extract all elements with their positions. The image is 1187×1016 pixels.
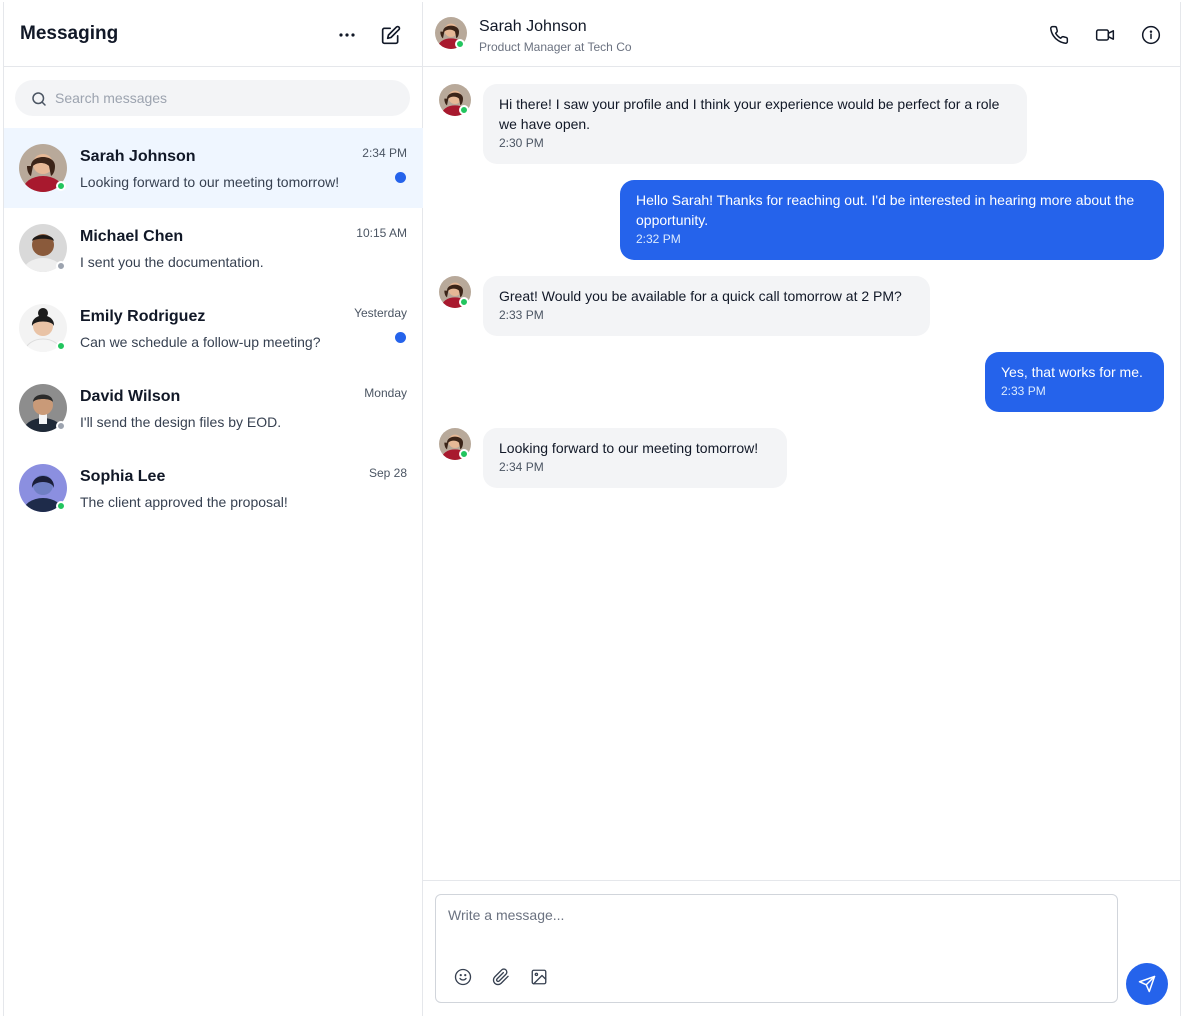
phone-icon	[1050, 25, 1069, 44]
message-bubble-incoming: Great! Would you be available for a quic…	[483, 276, 930, 336]
conversation-preview: The client approved the proposal!	[80, 494, 288, 510]
send-icon	[1138, 975, 1156, 993]
offline-status-dot	[56, 421, 66, 431]
paperclip-icon	[492, 968, 509, 986]
online-status-dot	[56, 501, 66, 511]
chat-header: Sarah Johnson Product Manager at Tech Co	[423, 2, 1180, 67]
message-input[interactable]	[448, 907, 1098, 957]
new-message-button[interactable]	[377, 21, 405, 49]
message-bubble-incoming: Looking forward to our meeting tomorrow!…	[483, 428, 787, 488]
conversation-item[interactable]: David Wilson Monday I'll send the design…	[4, 368, 423, 448]
conversation-time: Sep 28	[368, 466, 407, 480]
conversation-time: 10:15 AM	[356, 226, 407, 240]
search-input[interactable]	[55, 80, 395, 116]
message-time: 2:33 PM	[499, 308, 544, 322]
more-options-button[interactable]	[333, 21, 361, 49]
call-button[interactable]	[1045, 21, 1073, 49]
online-status-dot	[56, 181, 66, 191]
conversation-item[interactable]: Michael Chen 10:15 AM I sent you the doc…	[4, 208, 423, 288]
more-horizontal-icon	[339, 33, 355, 37]
message-time: 2:32 PM	[636, 232, 681, 246]
online-status-dot	[56, 341, 66, 351]
unread-indicator	[395, 332, 406, 343]
conversation-preview: I'll send the design files by EOD.	[80, 414, 282, 430]
conversation-preview: Can we schedule a follow-up meeting?	[80, 334, 321, 350]
info-button[interactable]	[1137, 21, 1165, 49]
search-bar	[15, 80, 410, 116]
online-status-dot	[459, 297, 469, 307]
video-icon	[1095, 29, 1115, 41]
edit-compose-icon	[381, 25, 401, 45]
contact-subtitle: Product Manager at Tech Co	[479, 40, 632, 54]
conversation-name: Sophia Lee	[80, 468, 166, 485]
conversation-name: David Wilson	[80, 388, 181, 405]
message-bubble-outgoing: Yes, that works for me. 2:33 PM	[985, 352, 1164, 412]
conversation-item[interactable]: Sarah Johnson 2:34 PM Looking forward to…	[4, 128, 423, 208]
conversation-list: Sarah Johnson 2:34 PM Looking forward to…	[4, 128, 423, 528]
attach-file-button[interactable]	[489, 965, 513, 989]
sidebar-header: Messaging	[4, 2, 422, 67]
message-time: 2:30 PM	[499, 136, 544, 150]
emoji-icon	[454, 968, 472, 986]
conversation-preview: I sent you the documentation.	[80, 254, 264, 270]
attach-image-button[interactable]	[527, 965, 551, 989]
conversation-sidebar: Messaging Search messages Sarah Johnson …	[3, 2, 423, 1016]
info-icon	[1141, 25, 1161, 45]
messaging-app: Messaging Search messages Sarah Johnson …	[0, 0, 1187, 1016]
image-icon	[531, 969, 547, 985]
unread-indicator	[395, 172, 406, 183]
conversation-item[interactable]: Emily Rodriguez Yesterday Can we schedul…	[4, 288, 423, 368]
conversation-time: Yesterday	[354, 306, 407, 320]
message-text: Looking forward to our meeting tomorrow!	[499, 440, 759, 456]
message-text: Hello Sarah! Thanks for reaching out. I'…	[636, 192, 1135, 228]
message-bubble-incoming: Hi there! I saw your profile and I think…	[483, 84, 1027, 164]
message-bubble-outgoing: Hello Sarah! Thanks for reaching out. I'…	[620, 180, 1164, 260]
send-button[interactable]	[1126, 963, 1168, 1005]
conversation-name: Sarah Johnson	[80, 148, 196, 165]
online-status-dot	[455, 39, 465, 49]
online-status-dot	[459, 449, 469, 459]
message-time: 2:33 PM	[1001, 384, 1046, 398]
conversation-name: Michael Chen	[80, 228, 184, 245]
message-composer	[423, 880, 1180, 1016]
message-text: Great! Would you be available for a quic…	[499, 288, 902, 304]
offline-status-dot	[56, 261, 66, 271]
conversation-item[interactable]: Sophia Lee Sep 28 The client approved th…	[4, 448, 423, 528]
conversation-time: 2:34 PM	[362, 146, 407, 160]
sidebar-title: Messaging	[20, 23, 119, 44]
conversation-time: Monday	[364, 386, 407, 400]
contact-name[interactable]: Sarah Johnson	[479, 18, 587, 36]
emoji-button[interactable]	[451, 965, 475, 989]
video-call-button[interactable]	[1091, 21, 1119, 49]
search-icon	[32, 92, 46, 106]
message-input-box	[435, 894, 1118, 1003]
online-status-dot	[459, 105, 469, 115]
message-thread: Hi there! I saw your profile and I think…	[423, 68, 1180, 880]
chat-panel: Sarah Johnson Product Manager at Tech Co	[423, 2, 1181, 1016]
message-text: Hi there! I saw your profile and I think…	[499, 96, 1000, 132]
conversation-preview: Looking forward to our meeting tomorrow!	[80, 174, 340, 190]
conversation-name: Emily Rodriguez	[80, 308, 206, 325]
message-text: Yes, that works for me.	[1001, 364, 1143, 380]
message-time: 2:34 PM	[499, 460, 544, 474]
